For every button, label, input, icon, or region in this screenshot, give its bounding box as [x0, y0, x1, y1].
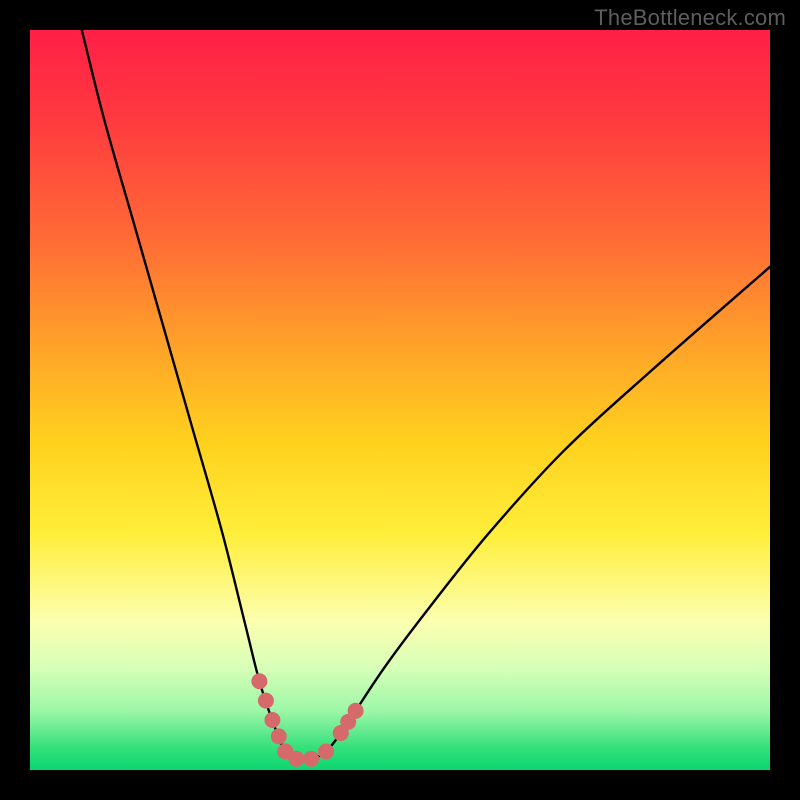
chart-frame: TheBottleneck.com: [0, 0, 800, 800]
bottleneck-curve-path: [82, 30, 770, 760]
highlight-dot: [271, 728, 287, 744]
highlight-bottom: [277, 725, 349, 767]
highlight-dot: [258, 693, 274, 709]
highlight-dot: [318, 744, 334, 760]
watermark-text: TheBottleneck.com: [594, 5, 786, 31]
plot-area: [30, 30, 770, 770]
curve-svg: [30, 30, 770, 770]
highlight-dot: [348, 703, 364, 719]
bottleneck-curve: [82, 30, 770, 760]
highlight-dot: [333, 725, 349, 741]
highlight-dot: [303, 751, 319, 767]
highlight-dot: [264, 712, 280, 728]
highlight-dot: [288, 751, 304, 767]
highlight-dot: [251, 673, 267, 689]
